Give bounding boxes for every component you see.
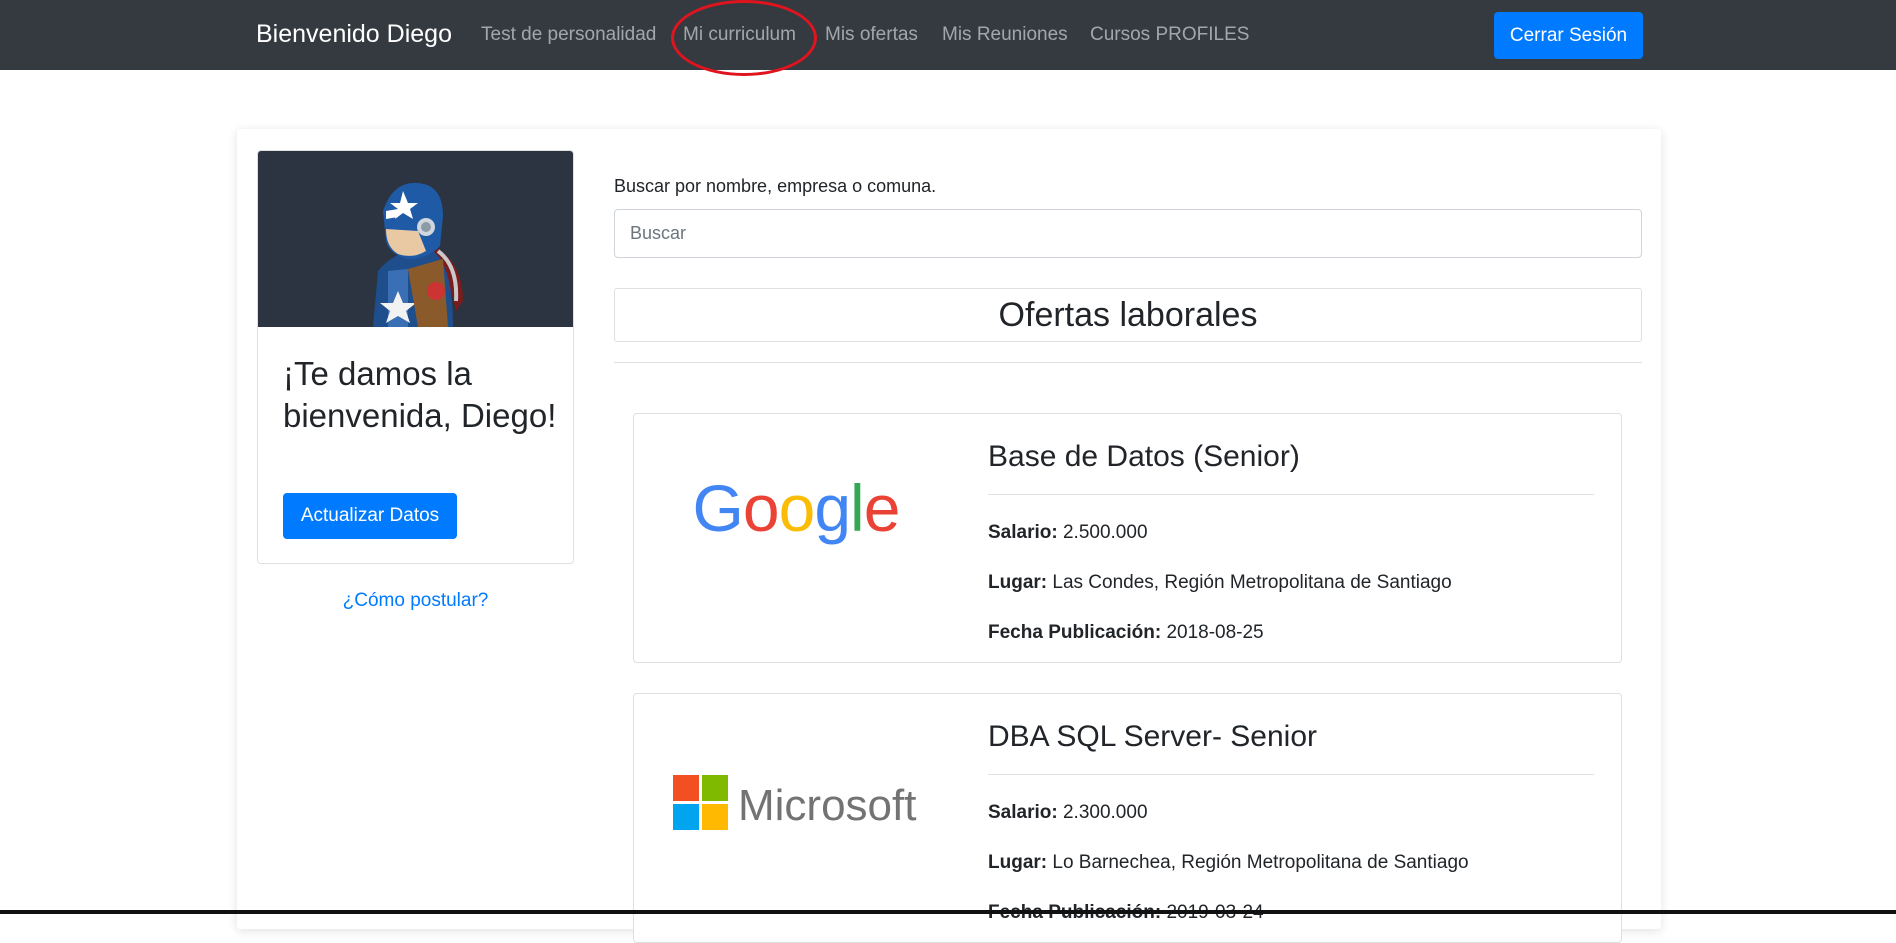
job-place: Lugar: Las Condes, Región Metropolitana … [988,572,1452,594]
search-label: Buscar por nombre, empresa o comuna. [614,176,937,196]
avatar [258,151,573,327]
place-label: Lugar: [988,572,1048,593]
nav-link-test-personalidad[interactable]: Test de personalidad [481,23,656,48]
place-value: Lo Barnechea, Región Metropolitana de Sa… [1052,852,1469,873]
how-to-apply-link[interactable]: ¿Cómo postular? [257,590,574,612]
hero-bust-icon [373,182,463,327]
nav-link-mi-curriculum[interactable]: Mi curriculum [683,23,796,48]
job-divider [988,774,1594,775]
svg-text:Microsoft: Microsoft [738,781,916,830]
salary-label: Salario: [988,522,1058,543]
salary-value: 2.300.000 [1062,802,1148,823]
job-divider [988,494,1594,495]
job-date: Fecha Publicación: 2018-08-25 [988,622,1264,644]
svg-text:Google: Google [693,471,900,545]
salary-value: 2.500.000 [1062,522,1148,543]
profile-card: ¡Te damos la bienvenida, Diego! Actualiz… [257,150,574,564]
welcome-heading: ¡Te damos la bienvenida, Diego! [283,355,557,434]
job-salary: Salario: 2.300.000 [988,802,1148,824]
date-label: Fecha Publicación: [988,622,1162,643]
nav-link-cursos-profiles[interactable]: Cursos PROFILES [1090,23,1249,48]
nav-link-mis-reuniones[interactable]: Mis Reuniones [942,23,1068,48]
logout-button[interactable]: Cerrar Sesión [1494,12,1643,59]
update-data-button[interactable]: Actualizar Datos [283,493,457,539]
search-input[interactable] [614,209,1642,258]
microsoft-logo-icon: Microsoft [664,734,929,844]
divider [614,362,1642,363]
navbar-brand[interactable]: Bienvenido Diego [256,18,452,51]
job-title[interactable]: Base de Datos (Senior) [988,440,1300,474]
job-title[interactable]: DBA SQL Server- Senior [988,720,1317,754]
google-logo-icon: Google [664,454,929,564]
job-card[interactable]: Microsoft DBA SQL Server- Senior Salario… [633,693,1622,943]
salary-label: Salario: [988,802,1058,823]
nav-link-mis-ofertas[interactable]: Mis ofertas [825,23,918,48]
offers-heading: Ofertas laborales [614,288,1642,342]
job-place: Lugar: Lo Barnechea, Región Metropolitan… [988,852,1469,874]
job-salary: Salario: 2.500.000 [988,522,1148,544]
top-navbar: Bienvenido Diego Test de personalidad Mi… [0,0,1896,70]
job-card[interactable]: Google Base de Datos (Senior) Salario: 2… [633,413,1622,663]
date-value: 2018-08-25 [1166,622,1264,643]
window-bottom-edge [0,910,1896,914]
place-value: Las Condes, Región Metropolitana de Sant… [1052,572,1452,593]
place-label: Lugar: [988,852,1048,873]
